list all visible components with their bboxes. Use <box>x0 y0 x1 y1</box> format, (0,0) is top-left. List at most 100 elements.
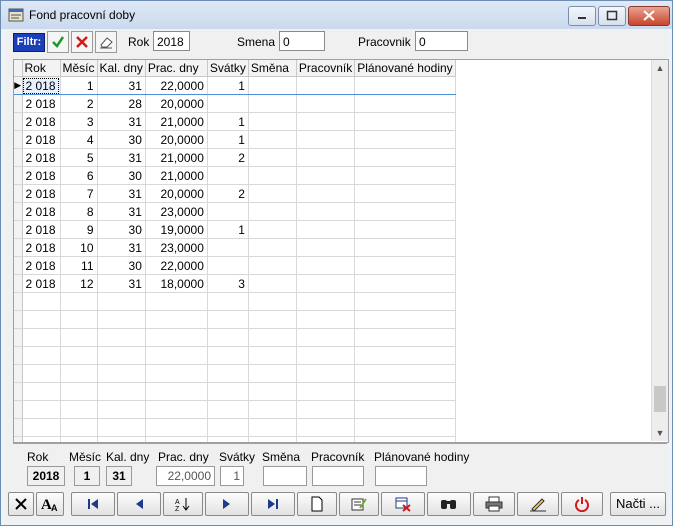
table-row[interactable]: 2 018 5 31 21,0000 2 <box>14 148 456 167</box>
table-cell[interactable] <box>354 112 456 131</box>
table-cell[interactable] <box>296 274 356 293</box>
table-cell[interactable]: 3 <box>60 112 98 131</box>
table-cell[interactable] <box>296 94 356 113</box>
pracovnik-filter-input[interactable]: 0 <box>415 31 468 51</box>
table-cell[interactable]: 3 <box>207 274 249 293</box>
detail-smena-value[interactable] <box>263 466 307 486</box>
table-cell[interactable]: 6 <box>60 166 98 185</box>
table-cell[interactable] <box>354 418 456 437</box>
table-row[interactable]: 2 018 11 30 22,0000 <box>14 256 456 275</box>
table-cell[interactable]: 31 <box>97 76 146 95</box>
table-cell[interactable]: 20,0000 <box>145 94 208 113</box>
table-cell[interactable] <box>296 292 356 311</box>
table-cell[interactable] <box>248 382 297 401</box>
table-cell[interactable] <box>354 76 456 95</box>
table-cell[interactable] <box>97 400 146 419</box>
table-cell[interactable]: 2 018 <box>22 112 61 131</box>
table-cell[interactable] <box>296 166 356 185</box>
table-cell[interactable] <box>22 310 61 329</box>
table-cell[interactable]: 2 018 <box>22 166 61 185</box>
table-cell[interactable] <box>354 364 456 383</box>
table-cell[interactable]: 28 <box>97 94 146 113</box>
minimize-button[interactable] <box>568 6 596 26</box>
table-cell[interactable]: 4 <box>60 130 98 149</box>
table-cell[interactable] <box>207 418 249 437</box>
table-cell[interactable] <box>207 166 249 185</box>
table-cell[interactable] <box>248 310 297 329</box>
table-cell[interactable]: 21,0000 <box>145 112 208 131</box>
edit-record-button[interactable] <box>339 492 379 516</box>
table-cell[interactable] <box>60 292 98 311</box>
column-header[interactable]: Měsíc <box>60 60 98 77</box>
table-cell[interactable]: 9 <box>60 220 98 239</box>
table-cell[interactable] <box>354 292 456 311</box>
table-cell[interactable] <box>248 130 297 149</box>
data-grid[interactable]: Rok Měsíc Kal. dny Prac. dny Svátky Směna Prac… <box>13 59 669 443</box>
empty-row[interactable] <box>14 364 456 383</box>
table-cell[interactable] <box>60 364 98 383</box>
table-cell[interactable] <box>296 346 356 365</box>
table-cell[interactable]: 19,0000 <box>145 220 208 239</box>
table-cell[interactable] <box>354 202 456 221</box>
table-row[interactable]: 2 018 9 30 19,0000 1 <box>14 220 456 239</box>
table-row[interactable]: 2 018 7 31 20,0000 2 <box>14 184 456 203</box>
table-row[interactable]: 2 018 4 30 20,0000 1 <box>14 130 456 149</box>
table-cell[interactable] <box>296 220 356 239</box>
table-cell[interactable] <box>296 238 356 257</box>
table-cell[interactable]: 31 <box>97 112 146 131</box>
table-cell[interactable] <box>145 346 208 365</box>
table-cell[interactable]: 2 <box>207 184 249 203</box>
table-cell[interactable]: 12 <box>60 274 98 293</box>
table-cell[interactable] <box>296 202 356 221</box>
detail-pracovnik-value[interactable] <box>312 466 364 486</box>
table-cell[interactable] <box>296 382 356 401</box>
table-cell[interactable]: 2 018 <box>22 148 61 167</box>
empty-row[interactable] <box>14 400 456 419</box>
table-cell[interactable]: 23,0000 <box>145 202 208 221</box>
table-cell[interactable] <box>207 202 249 221</box>
table-cell[interactable]: 1 <box>207 220 249 239</box>
table-cell[interactable] <box>296 310 356 329</box>
column-header[interactable]: Prac. dny <box>145 60 208 77</box>
table-cell[interactable] <box>354 382 456 401</box>
empty-row[interactable] <box>14 418 456 437</box>
table-cell[interactable] <box>248 400 297 419</box>
column-header[interactable]: Rok <box>22 60 61 77</box>
table-cell[interactable] <box>207 400 249 419</box>
last-record-button[interactable] <box>251 492 295 516</box>
table-cell[interactable] <box>248 418 297 437</box>
empty-row[interactable] <box>14 310 456 329</box>
table-cell[interactable] <box>60 310 98 329</box>
exit-button[interactable] <box>561 492 603 516</box>
empty-row[interactable] <box>14 382 456 401</box>
table-cell[interactable] <box>22 382 61 401</box>
table-cell[interactable]: 30 <box>97 220 146 239</box>
print-button[interactable] <box>473 492 515 516</box>
grid-vertical-scrollbar[interactable]: ▲ ▼ <box>651 60 668 441</box>
empty-row[interactable] <box>14 328 456 347</box>
empty-row[interactable] <box>14 346 456 365</box>
table-cell[interactable] <box>60 328 98 347</box>
table-cell[interactable]: 5 <box>60 148 98 167</box>
apply-filter-button[interactable] <box>47 31 69 53</box>
table-cell[interactable] <box>354 184 456 203</box>
table-cell[interactable] <box>145 292 208 311</box>
close-form-button[interactable] <box>8 492 34 516</box>
table-cell[interactable] <box>296 148 356 167</box>
table-cell[interactable] <box>248 148 297 167</box>
table-cell[interactable] <box>354 94 456 113</box>
table-cell[interactable]: 22,0000 <box>145 76 208 95</box>
sort-button[interactable]: AZ <box>163 492 203 516</box>
table-cell[interactable] <box>248 292 297 311</box>
prev-record-button[interactable] <box>117 492 161 516</box>
table-row[interactable]: 2 018 8 31 23,0000 <box>14 202 456 221</box>
table-cell[interactable] <box>296 184 356 203</box>
table-cell[interactable]: 30 <box>97 166 146 185</box>
table-cell[interactable] <box>296 112 356 131</box>
table-cell[interactable] <box>207 346 249 365</box>
table-cell[interactable] <box>207 256 249 275</box>
table-cell[interactable]: 2 <box>60 94 98 113</box>
table-cell[interactable] <box>296 130 356 149</box>
table-cell[interactable] <box>207 328 249 347</box>
table-cell[interactable]: 1 <box>207 112 249 131</box>
